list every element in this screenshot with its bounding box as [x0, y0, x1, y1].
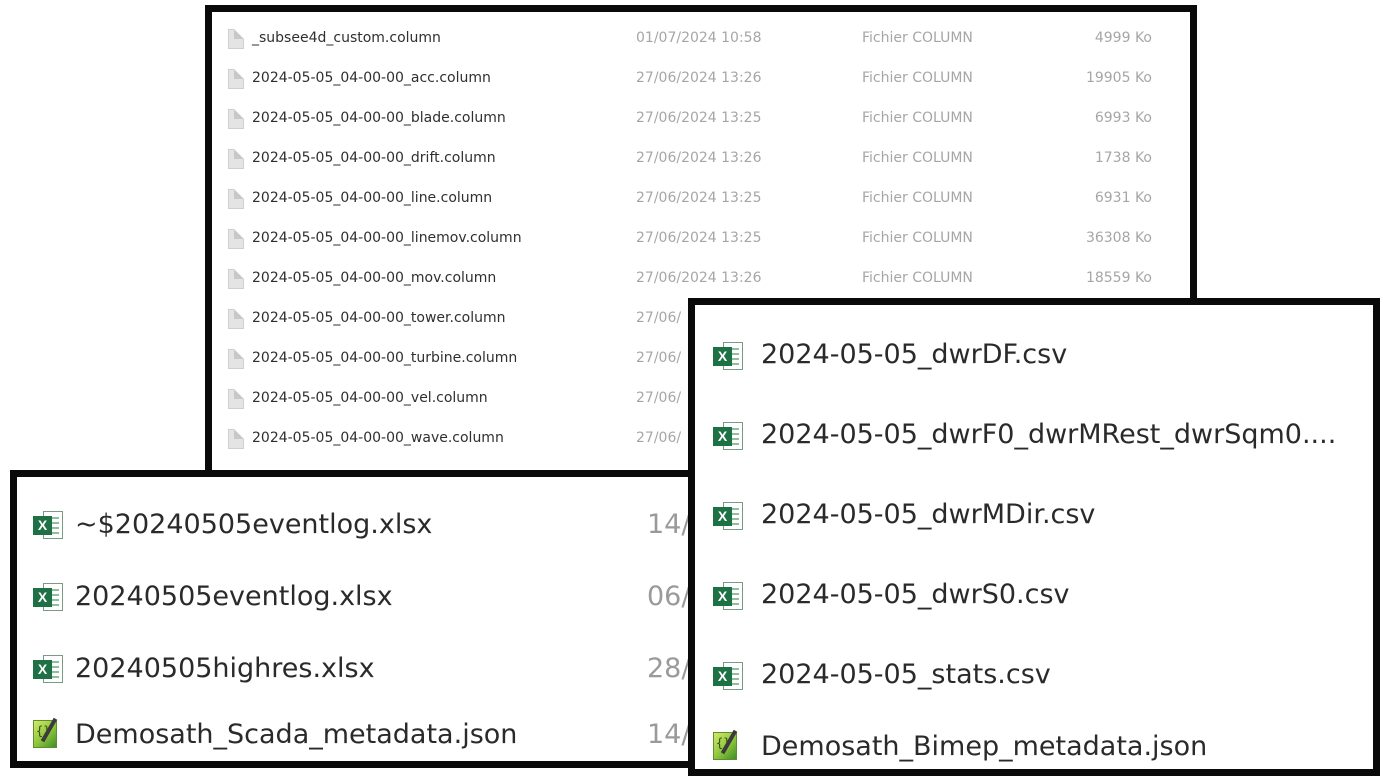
- file-date: 27/06/2024 13:25: [636, 110, 762, 126]
- file-date: 27/06/2024 13:26: [636, 150, 762, 166]
- file-row[interactable]: {} Demosath_Scada_metadata.json 14/: [17, 699, 693, 761]
- file-size: 36308 Ko: [1085, 230, 1152, 246]
- excel-icon: X: [713, 342, 743, 370]
- file-row[interactable]: X 2024-05-05_dwrS0.csv: [695, 557, 1373, 637]
- file-date: 27/06/: [636, 390, 682, 406]
- file-date: 14/: [647, 509, 691, 540]
- document-icon: [228, 389, 244, 409]
- document-icon: [228, 429, 244, 449]
- excel-icon: X: [713, 582, 743, 610]
- file-name: 2024-05-05_04-00-00_turbine.column: [252, 350, 518, 366]
- file-row[interactable]: X 2024-05-05_dwrDF.csv: [695, 317, 1373, 397]
- file-date: 27/06/2024 13:26: [636, 70, 762, 86]
- json-icon: {}: [711, 729, 741, 761]
- file-size: 6931 Ko: [1094, 190, 1152, 206]
- document-icon: [228, 109, 244, 129]
- file-name: Demosath_Scada_metadata.json: [75, 719, 518, 750]
- file-size: 19905 Ko: [1085, 70, 1152, 86]
- file-name: Demosath_Bimep_metadata.json: [761, 731, 1208, 762]
- json-icon: {}: [31, 717, 61, 749]
- document-icon: [228, 69, 244, 89]
- file-date: 27/06/: [636, 310, 682, 326]
- file-row[interactable]: X 2024-05-05_dwrMDir.csv: [695, 477, 1373, 557]
- csv-files-panel: X 2024-05-05_dwrDF.csv X 2024-05-05_dwrF…: [688, 298, 1380, 776]
- excel-icon: X: [33, 655, 63, 683]
- file-type: Fichier COLUMN: [862, 270, 973, 286]
- file-date: 27/06/2024 13:25: [636, 230, 762, 246]
- file-name: 2024-05-05_04-00-00_acc.column: [252, 70, 491, 86]
- file-row[interactable]: X 2024-05-05_dwrF0_dwrMRest_dwrSqm0....: [695, 397, 1373, 477]
- excel-icon: X: [713, 662, 743, 690]
- document-icon: [228, 349, 244, 369]
- excel-icon: X: [33, 511, 63, 539]
- file-name: 2024-05-05_04-00-00_drift.column: [252, 150, 496, 166]
- file-name: 2024-05-05_04-00-00_line.column: [252, 190, 493, 206]
- file-name: 2024-05-05_04-00-00_wave.column: [252, 430, 504, 446]
- file-name: 2024-05-05_dwrF0_dwrMRest_dwrSqm0....: [761, 419, 1337, 450]
- excel-icon: X: [33, 583, 63, 611]
- file-row[interactable]: 2024-05-05_04-00-00_mov.column 27/06/202…: [212, 260, 1190, 300]
- document-icon: [228, 269, 244, 289]
- file-name: 2024-05-05_dwrS0.csv: [761, 579, 1070, 610]
- file-row[interactable]: 2024-05-05_04-00-00_drift.column 27/06/2…: [212, 140, 1190, 180]
- file-row[interactable]: _subsee4d_custom.column 01/07/2024 10:58…: [212, 20, 1190, 60]
- xlsx-files-panel: X ~$20240505eventlog.xlsx 14/ X 20240505…: [10, 470, 700, 768]
- file-name: 2024-05-05_04-00-00_tower.column: [252, 310, 506, 326]
- file-date: 27/06/: [636, 350, 682, 366]
- excel-icon: X: [713, 422, 743, 450]
- file-row[interactable]: 2024-05-05_04-00-00_acc.column 27/06/202…: [212, 60, 1190, 100]
- file-date: 14/: [647, 719, 691, 750]
- file-date: 06/: [647, 581, 691, 612]
- file-type: Fichier COLUMN: [862, 190, 973, 206]
- file-date: 28/: [647, 653, 691, 684]
- file-row[interactable]: {} Demosath_Bimep_metadata.json: [695, 711, 1373, 769]
- file-type: Fichier COLUMN: [862, 230, 973, 246]
- file-name: 2024-05-05_dwrDF.csv: [761, 339, 1068, 370]
- file-row[interactable]: 2024-05-05_04-00-00_linemov.column 27/06…: [212, 220, 1190, 260]
- file-row[interactable]: 2024-05-05_04-00-00_blade.column 27/06/2…: [212, 100, 1190, 140]
- file-date: 27/06/2024 13:26: [636, 270, 762, 286]
- file-date: 27/06/2024 13:25: [636, 190, 762, 206]
- file-name: 20240505highres.xlsx: [75, 653, 375, 684]
- file-row[interactable]: X 2024-05-05_stats.csv: [695, 637, 1373, 717]
- screenshot-collage: _subsee4d_custom.column 01/07/2024 10:58…: [0, 0, 1380, 777]
- excel-icon: X: [713, 502, 743, 530]
- file-name: _subsee4d_custom.column: [252, 30, 441, 46]
- file-name: 2024-05-05_04-00-00_blade.column: [252, 110, 506, 126]
- file-date: 01/07/2024 10:58: [636, 30, 762, 46]
- file-name: ~$20240505eventlog.xlsx: [75, 509, 433, 540]
- file-size: 6993 Ko: [1094, 110, 1152, 126]
- file-name: 2024-05-05_04-00-00_linemov.column: [252, 230, 522, 246]
- file-date: 27/06/: [636, 430, 682, 446]
- file-name: 20240505eventlog.xlsx: [75, 581, 393, 612]
- document-icon: [228, 309, 244, 329]
- document-icon: [228, 149, 244, 169]
- file-row[interactable]: 2024-05-05_04-00-00_line.column 27/06/20…: [212, 180, 1190, 220]
- file-type: Fichier COLUMN: [862, 30, 973, 46]
- document-icon: [228, 189, 244, 209]
- document-icon: [228, 29, 244, 49]
- file-row[interactable]: X ~$20240505eventlog.xlsx 14/: [17, 487, 693, 567]
- file-size: 18559 Ko: [1085, 270, 1152, 286]
- file-type: Fichier COLUMN: [862, 70, 973, 86]
- file-name: 2024-05-05_stats.csv: [761, 659, 1051, 690]
- file-name: 2024-05-05_dwrMDir.csv: [761, 499, 1096, 530]
- file-row[interactable]: X 20240505eventlog.xlsx 06/: [17, 559, 693, 639]
- document-icon: [228, 229, 244, 249]
- file-name: 2024-05-05_04-00-00_vel.column: [252, 390, 488, 406]
- file-size: 4999 Ko: [1094, 30, 1152, 46]
- file-type: Fichier COLUMN: [862, 150, 973, 166]
- file-size: 1738 Ko: [1094, 150, 1152, 166]
- file-name: 2024-05-05_04-00-00_mov.column: [252, 270, 497, 286]
- file-type: Fichier COLUMN: [862, 110, 973, 126]
